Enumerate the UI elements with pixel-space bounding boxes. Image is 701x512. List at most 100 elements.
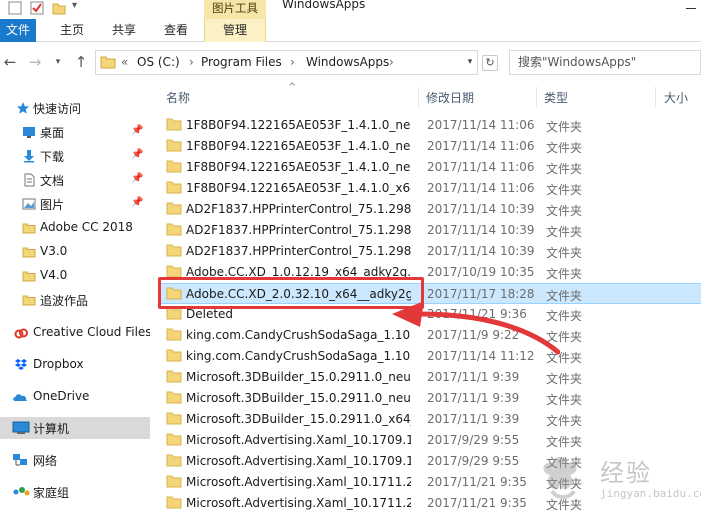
file-row[interactable]: 1F8B0F94.122165AE053F_1.4.1.0_x64_... 201… xyxy=(160,178,701,199)
file-row[interactable]: AD2F1837.HPPrinterControl_75.1.298.... 20… xyxy=(160,241,701,262)
file-modified-date: 2017/11/14 11:06 xyxy=(427,139,535,153)
nav-quick-access[interactable]: 快速访问 xyxy=(0,97,150,119)
column-header-size[interactable]: 大小 xyxy=(664,89,688,106)
pin-icon[interactable]: 📌 xyxy=(131,197,143,208)
file-name: AD2F1837.HPPrinterControl_75.1.298.... xyxy=(186,244,411,258)
nav-computer[interactable]: 计算机 xyxy=(0,417,150,439)
tab-share[interactable]: 共享 xyxy=(104,19,144,42)
column-header-name[interactable]: 名称 xyxy=(166,89,190,106)
breadcrumb-separator-icon[interactable]: › xyxy=(290,55,295,69)
forward-arrow-icon[interactable]: → xyxy=(27,54,43,70)
download-icon xyxy=(24,150,34,163)
nav-creative-cloud-files[interactable]: Creative Cloud Files xyxy=(0,322,152,344)
breadcrumb-separator-icon[interactable]: › xyxy=(389,55,394,69)
nav-label: 计算机 xyxy=(33,422,70,436)
tab-view[interactable]: 查看 xyxy=(156,19,196,42)
onedrive-icon xyxy=(13,394,27,401)
nav-v3[interactable]: V3.0 xyxy=(0,241,150,263)
nav-pictures[interactable]: 图片 📌 xyxy=(0,193,150,215)
file-name: Microsoft.3DBuilder_15.0.2911.0_x64_... xyxy=(186,412,411,426)
file-row[interactable]: 1F8B0F94.122165AE053F_1.4.1.0_neut... 201… xyxy=(160,115,701,136)
nav-network[interactable]: 网络 xyxy=(0,449,150,471)
folder-icon xyxy=(166,181,182,194)
file-modified-date: 2017/11/14 11:06 xyxy=(427,160,535,174)
nav-downloads[interactable]: 下载 📌 xyxy=(0,145,150,167)
file-name: Microsoft.3DBuilder_15.0.2911.0_neut... xyxy=(186,391,411,405)
window-title: WindowsApps xyxy=(282,0,366,11)
recent-locations-chevron-icon[interactable]: ▾ xyxy=(50,54,66,70)
file-row[interactable]: 1F8B0F94.122165AE053F_1.4.1.0_neut... 201… xyxy=(160,136,701,157)
nav-v4[interactable]: V4.0 xyxy=(0,265,150,287)
file-modified-date: 2017/9/29 9:55 xyxy=(427,433,520,447)
file-row[interactable]: AD2F1837.HPPrinterControl_75.1.298.... 20… xyxy=(160,220,701,241)
nav-onedrive[interactable]: OneDrive xyxy=(0,386,150,408)
nav-label: 文档 xyxy=(40,174,65,188)
search-input[interactable]: 搜索"WindowsApps" xyxy=(509,50,701,75)
file-modified-date: 2017/11/1 9:39 xyxy=(427,391,520,405)
nav-documents[interactable]: 文档 📌 xyxy=(0,169,150,191)
tab-file[interactable]: 文件 xyxy=(0,19,36,42)
nav-zhuibo-works[interactable]: 追波作品 xyxy=(0,289,150,311)
file-modified-date: 2017/11/14 11:06 xyxy=(427,181,535,195)
column-separator[interactable] xyxy=(418,87,419,107)
file-modified-date: 2017/11/1 9:39 xyxy=(427,370,520,384)
nav-dropbox[interactable]: Dropbox xyxy=(0,354,150,376)
folder-icon xyxy=(166,160,182,173)
folder-icon xyxy=(166,496,182,509)
folder-icon xyxy=(22,271,36,282)
nav-label: 桌面 xyxy=(40,126,65,140)
breadcrumb-os-c[interactable]: OS (C:) xyxy=(137,55,180,69)
file-name: Microsoft.Advertising.Xaml_10.1709.1... xyxy=(186,433,411,447)
column-header-row: 名称 修改日期 类型 大小 xyxy=(150,85,701,107)
tab-home[interactable]: 主页 xyxy=(52,19,92,42)
nav-homegroup[interactable]: 家庭组 xyxy=(0,481,150,503)
file-modified-date: 2017/11/17 18:28 xyxy=(427,287,535,301)
nav-label: 下载 xyxy=(40,150,65,164)
column-separator[interactable] xyxy=(536,87,537,107)
nav-desktop[interactable]: 桌面 📌 xyxy=(0,121,150,143)
breadcrumb-program-files[interactable]: Program Files xyxy=(201,55,282,69)
pin-icon[interactable]: 📌 xyxy=(131,149,143,160)
nav-label: Adobe CC 2018 xyxy=(40,220,133,234)
dropbox-icon xyxy=(15,359,27,370)
address-dropdown-chevron-icon[interactable]: ▾ xyxy=(461,50,479,75)
new-folder-icon[interactable] xyxy=(52,1,66,15)
file-name: Deleted xyxy=(186,307,234,321)
pictures-icon xyxy=(22,198,36,210)
pin-icon[interactable]: 📌 xyxy=(131,125,143,136)
column-header-type[interactable]: 类型 xyxy=(544,89,568,106)
file-row[interactable]: 1F8B0F94.122165AE053F_1.4.1.0_neut... 201… xyxy=(160,157,701,178)
pin-icon[interactable]: 📌 xyxy=(131,173,143,184)
folder-icon xyxy=(166,370,182,383)
folder-icon xyxy=(166,391,182,404)
nav-label: Dropbox xyxy=(33,357,84,371)
document-icon xyxy=(24,173,35,187)
column-separator[interactable] xyxy=(655,87,656,107)
file-row[interactable]: Microsoft.3DBuilder_15.0.2911.0_neut... 2… xyxy=(160,367,701,388)
file-row[interactable]: Microsoft.3DBuilder_15.0.2911.0_x64_... 2… xyxy=(160,409,701,430)
address-bar[interactable]: « OS (C:) › Program Files › WindowsApps … xyxy=(95,50,478,75)
up-arrow-icon[interactable]: ↑ xyxy=(73,54,89,70)
back-arrow-icon[interactable]: ← xyxy=(2,54,18,70)
file-row[interactable]: AD2F1837.HPPrinterControl_75.1.298.... 20… xyxy=(160,199,701,220)
breadcrumb-windowsapps[interactable]: WindowsApps xyxy=(306,55,389,69)
refresh-icon[interactable]: ↻ xyxy=(482,55,498,71)
folder-icon xyxy=(22,223,36,234)
nav-adobe-cc-2018[interactable]: Adobe CC 2018 xyxy=(0,217,150,239)
tab-manage[interactable]: 管理 xyxy=(204,19,266,42)
properties-check-icon[interactable] xyxy=(30,1,44,15)
star-icon xyxy=(17,102,29,114)
folder-icon xyxy=(166,475,182,488)
save-icon[interactable] xyxy=(8,1,22,15)
quick-access-toolbar-chevron-icon[interactable]: ▾ xyxy=(72,0,77,11)
column-header-date[interactable]: 修改日期 xyxy=(426,89,474,106)
folder-icon xyxy=(166,223,182,236)
minimize-icon[interactable] xyxy=(686,8,696,9)
folder-icon xyxy=(22,247,36,258)
file-modified-date: 2017/11/21 9:35 xyxy=(427,496,527,510)
file-row[interactable]: Microsoft.3DBuilder_15.0.2911.0_neut... 2… xyxy=(160,388,701,409)
file-type: 文件夹 xyxy=(546,162,583,176)
folder-icon xyxy=(22,295,36,306)
breadcrumb-separator-icon[interactable]: › xyxy=(189,55,194,69)
breadcrumb-root-chevron[interactable]: « xyxy=(121,55,128,69)
